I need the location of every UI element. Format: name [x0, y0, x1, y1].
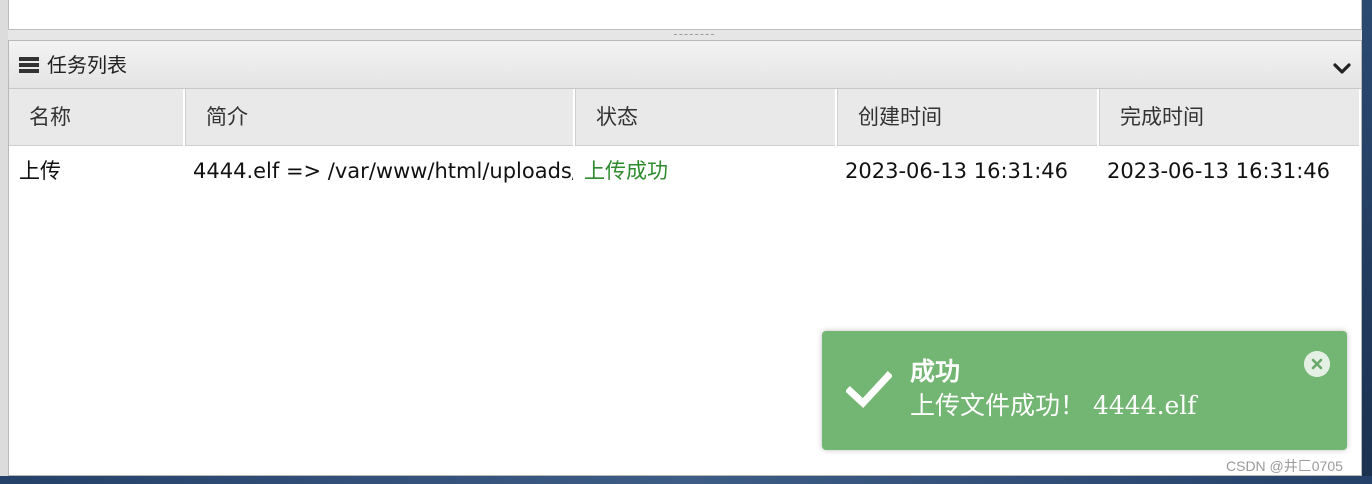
window-frame-right: [1362, 0, 1372, 484]
cell-finished: 2023-06-13 16:31:46: [1107, 159, 1331, 183]
panel-title: 任务列表: [47, 53, 127, 77]
panel-header[interactable]: 任务列表: [9, 41, 1361, 89]
taskbar-edge: [0, 476, 1372, 484]
toast-title: 成功: [910, 357, 961, 386]
cell-desc: 4444.elf => /var/www/html/uploads/: [193, 159, 573, 183]
splitter-grip[interactable]: [674, 34, 714, 36]
column-header-finished[interactable]: 完成时间: [1099, 89, 1361, 146]
column-header-status[interactable]: 状态: [575, 89, 837, 146]
close-icon[interactable]: [1304, 351, 1330, 377]
panel-splitter[interactable]: [8, 30, 1362, 40]
table-header: 名称 简介 状态 创建时间 完成时间: [9, 89, 1361, 146]
top-panel: [8, 0, 1362, 30]
table-row[interactable]: 上传 4444.elf => /var/www/html/uploads/ 上传…: [9, 147, 1361, 197]
cell-name: 上传: [19, 159, 61, 183]
column-header-desc[interactable]: 简介: [185, 89, 575, 146]
cell-status: 上传成功: [584, 159, 668, 183]
check-icon: [846, 371, 892, 408]
watermark: CSDN @井匚0705: [1226, 458, 1343, 474]
list-icon: [19, 57, 39, 73]
window-frame-left: [0, 0, 8, 484]
cell-created: 2023-06-13 16:31:46: [845, 159, 1069, 183]
toast-message: 上传文件成功！ 4444.elf: [910, 391, 1197, 420]
success-toast[interactable]: 成功 上传文件成功！ 4444.elf: [822, 331, 1347, 450]
column-header-name[interactable]: 名称: [9, 89, 185, 146]
chevron-down-icon[interactable]: [1331, 57, 1353, 79]
column-header-created[interactable]: 创建时间: [837, 89, 1099, 146]
